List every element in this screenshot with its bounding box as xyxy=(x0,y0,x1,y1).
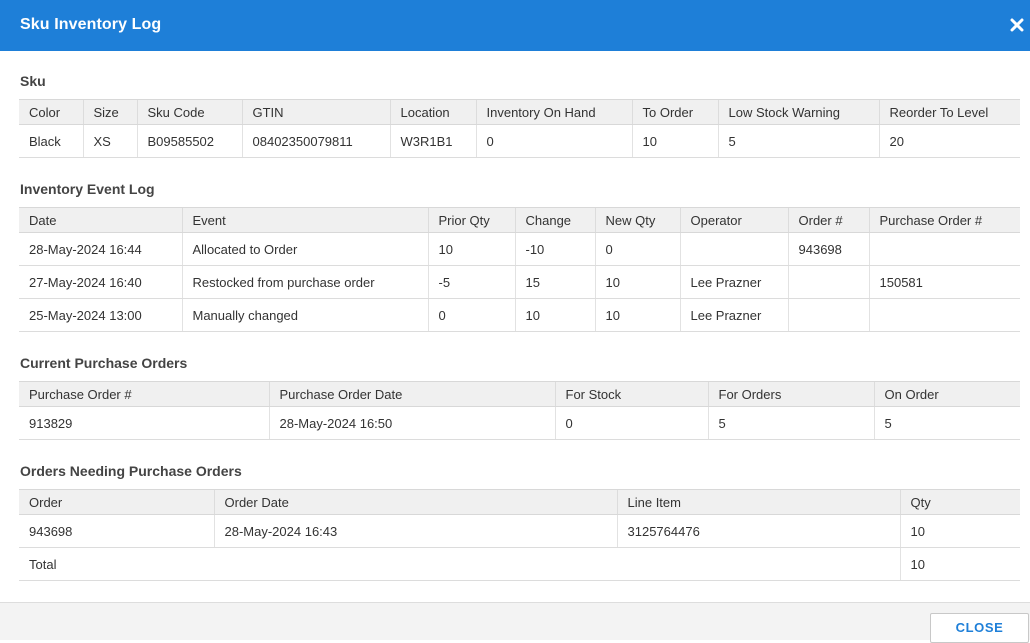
cell-prior-qty: 0 xyxy=(427,298,515,332)
column-header-prior-qty[interactable]: Prior Qty xyxy=(427,207,515,233)
orders-needing-header-row: Order Order Date Line Item Qty xyxy=(19,489,1020,515)
cell-prior-qty: -5 xyxy=(427,265,515,299)
cell-change: 15 xyxy=(514,265,595,299)
cell-purchase-order-date: 28-May-2024 16:50 xyxy=(268,406,555,440)
column-header-location[interactable]: Location xyxy=(389,99,476,125)
total-label: Total xyxy=(19,547,900,581)
purchase-orders-table: Purchase Order # Purchase Order Date For… xyxy=(19,381,1020,440)
column-header-purchase-order-number[interactable]: Purchase Order # xyxy=(868,207,1020,233)
column-header-new-qty[interactable]: New Qty xyxy=(594,207,680,233)
cell-operator: Lee Prazner xyxy=(679,298,788,332)
column-header-purchase-order-date[interactable]: Purchase Order Date xyxy=(268,381,555,407)
column-header-for-orders[interactable]: For Orders xyxy=(707,381,874,407)
cell-order-number xyxy=(787,298,869,332)
cell-new-qty: 0 xyxy=(594,232,680,266)
dialog-footer: CLOSE xyxy=(0,602,1030,643)
cell-order-number: 943698 xyxy=(787,232,869,266)
dialog-titlebar: Sku Inventory Log xyxy=(0,0,1030,51)
total-qty: 10 xyxy=(899,547,1020,581)
sku-section-title: Sku xyxy=(20,73,46,89)
column-header-to-order[interactable]: To Order xyxy=(631,99,718,125)
column-header-operator[interactable]: Operator xyxy=(679,207,788,233)
column-header-reorder-to-level[interactable]: Reorder To Level xyxy=(878,99,1020,125)
column-header-gtin[interactable]: GTIN xyxy=(241,99,390,125)
cell-purchase-order-number: 150581 xyxy=(868,265,1020,299)
sku-header-row: Color Size Sku Code GTIN Location Invent… xyxy=(19,99,1020,125)
cell-gtin: 08402350079811 xyxy=(241,124,390,158)
total-row: Total 10 xyxy=(19,547,1020,581)
close-icon[interactable] xyxy=(1008,15,1026,35)
cell-for-orders: 5 xyxy=(707,406,874,440)
orders-needing-table: Order Order Date Line Item Qty 943698 28… xyxy=(19,489,1020,581)
table-row: 913829 28-May-2024 16:50 0 5 5 xyxy=(19,406,1020,440)
column-header-low-stock-warning[interactable]: Low Stock Warning xyxy=(717,99,879,125)
cell-order: 943698 xyxy=(19,514,214,548)
event-log-table: Date Event Prior Qty Change New Qty Oper… xyxy=(19,207,1020,332)
column-header-qty[interactable]: Qty xyxy=(899,489,1020,515)
table-row: 27-May-2024 16:40 Restocked from purchas… xyxy=(19,265,1020,299)
orders-needing-section-title: Orders Needing Purchase Orders xyxy=(20,463,242,479)
close-button[interactable]: CLOSE xyxy=(930,613,1029,643)
column-header-line-item[interactable]: Line Item xyxy=(616,489,900,515)
cell-size: XS xyxy=(82,124,137,158)
cell-operator xyxy=(679,232,788,266)
cell-event: Restocked from purchase order xyxy=(181,265,428,299)
column-header-order-date[interactable]: Order Date xyxy=(213,489,617,515)
cell-prior-qty: 10 xyxy=(427,232,515,266)
cell-color: Black xyxy=(19,124,83,158)
cell-change: 10 xyxy=(514,298,595,332)
cell-location: W3R1B1 xyxy=(389,124,476,158)
cell-on-order: 5 xyxy=(873,406,1020,440)
cell-date: 28-May-2024 16:44 xyxy=(19,232,182,266)
cell-qty: 10 xyxy=(899,514,1020,548)
column-header-change[interactable]: Change xyxy=(514,207,595,233)
cell-sku-code: B09585502 xyxy=(136,124,242,158)
column-header-order-number[interactable]: Order # xyxy=(787,207,869,233)
event-log-section-title: Inventory Event Log xyxy=(20,181,155,197)
dialog-title: Sku Inventory Log xyxy=(20,16,162,33)
table-row: Black XS B09585502 08402350079811 W3R1B1… xyxy=(19,124,1020,158)
cell-date: 25-May-2024 13:00 xyxy=(19,298,182,332)
purchase-orders-section-title: Current Purchase Orders xyxy=(20,355,188,371)
cell-change: -10 xyxy=(514,232,595,266)
table-row: 28-May-2024 16:44 Allocated to Order 10 … xyxy=(19,232,1020,266)
column-header-order[interactable]: Order xyxy=(19,489,214,515)
cell-event: Manually changed xyxy=(181,298,428,332)
table-row: 943698 28-May-2024 16:43 3125764476 10 xyxy=(19,514,1020,548)
cell-reorder-to-level: 20 xyxy=(878,124,1020,158)
cell-date: 27-May-2024 16:40 xyxy=(19,265,182,299)
cell-new-qty: 10 xyxy=(594,265,680,299)
column-header-inventory-on-hand[interactable]: Inventory On Hand xyxy=(475,99,632,125)
event-log-header-row: Date Event Prior Qty Change New Qty Oper… xyxy=(19,207,1020,233)
cell-order-date: 28-May-2024 16:43 xyxy=(213,514,617,548)
column-header-on-order[interactable]: On Order xyxy=(873,381,1020,407)
column-header-for-stock[interactable]: For Stock xyxy=(554,381,708,407)
cell-purchase-order-number xyxy=(868,232,1020,266)
cell-operator: Lee Prazner xyxy=(679,265,788,299)
cell-low-stock-warning: 5 xyxy=(717,124,879,158)
cell-order-number xyxy=(787,265,869,299)
cell-event: Allocated to Order xyxy=(181,232,428,266)
column-header-date[interactable]: Date xyxy=(19,207,182,233)
cell-line-item: 3125764476 xyxy=(616,514,900,548)
cell-new-qty: 10 xyxy=(594,298,680,332)
cell-inventory-on-hand: 0 xyxy=(475,124,632,158)
column-header-event[interactable]: Event xyxy=(181,207,428,233)
table-row: 25-May-2024 13:00 Manually changed 0 10 … xyxy=(19,298,1020,332)
sku-table: Color Size Sku Code GTIN Location Invent… xyxy=(19,99,1020,158)
cell-for-stock: 0 xyxy=(554,406,708,440)
column-header-size[interactable]: Size xyxy=(82,99,137,125)
cell-to-order: 10 xyxy=(631,124,718,158)
dialog-content: Sku Color Size Sku Code GTIN Location In… xyxy=(0,51,1030,602)
cell-purchase-order-number xyxy=(868,298,1020,332)
column-header-color[interactable]: Color xyxy=(19,99,83,125)
column-header-purchase-order-number[interactable]: Purchase Order # xyxy=(19,381,269,407)
column-header-sku-code[interactable]: Sku Code xyxy=(136,99,242,125)
cell-purchase-order-number: 913829 xyxy=(19,406,269,440)
purchase-orders-header-row: Purchase Order # Purchase Order Date For… xyxy=(19,381,1020,407)
